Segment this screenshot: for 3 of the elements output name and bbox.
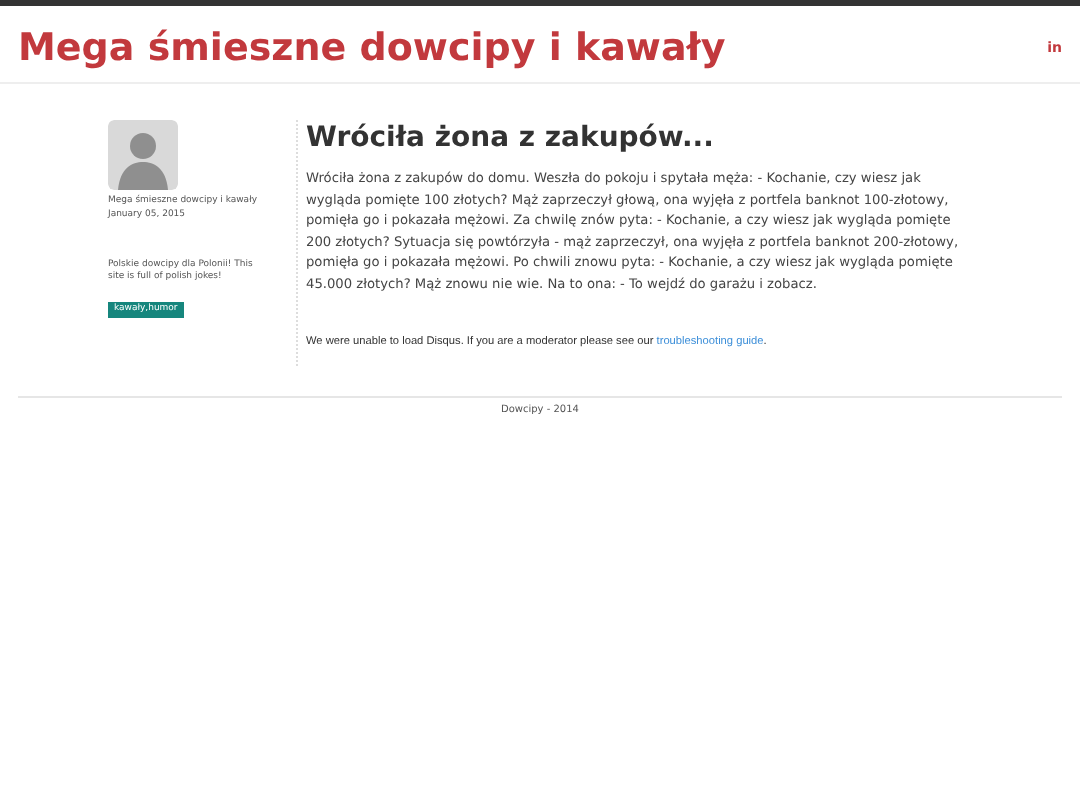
post-title: Wróciła żona z zakupów... [306,120,716,156]
site-title[interactable]: Mega śmieszne dowcipy i kawały [18,24,726,72]
avatar-icon [108,120,178,190]
